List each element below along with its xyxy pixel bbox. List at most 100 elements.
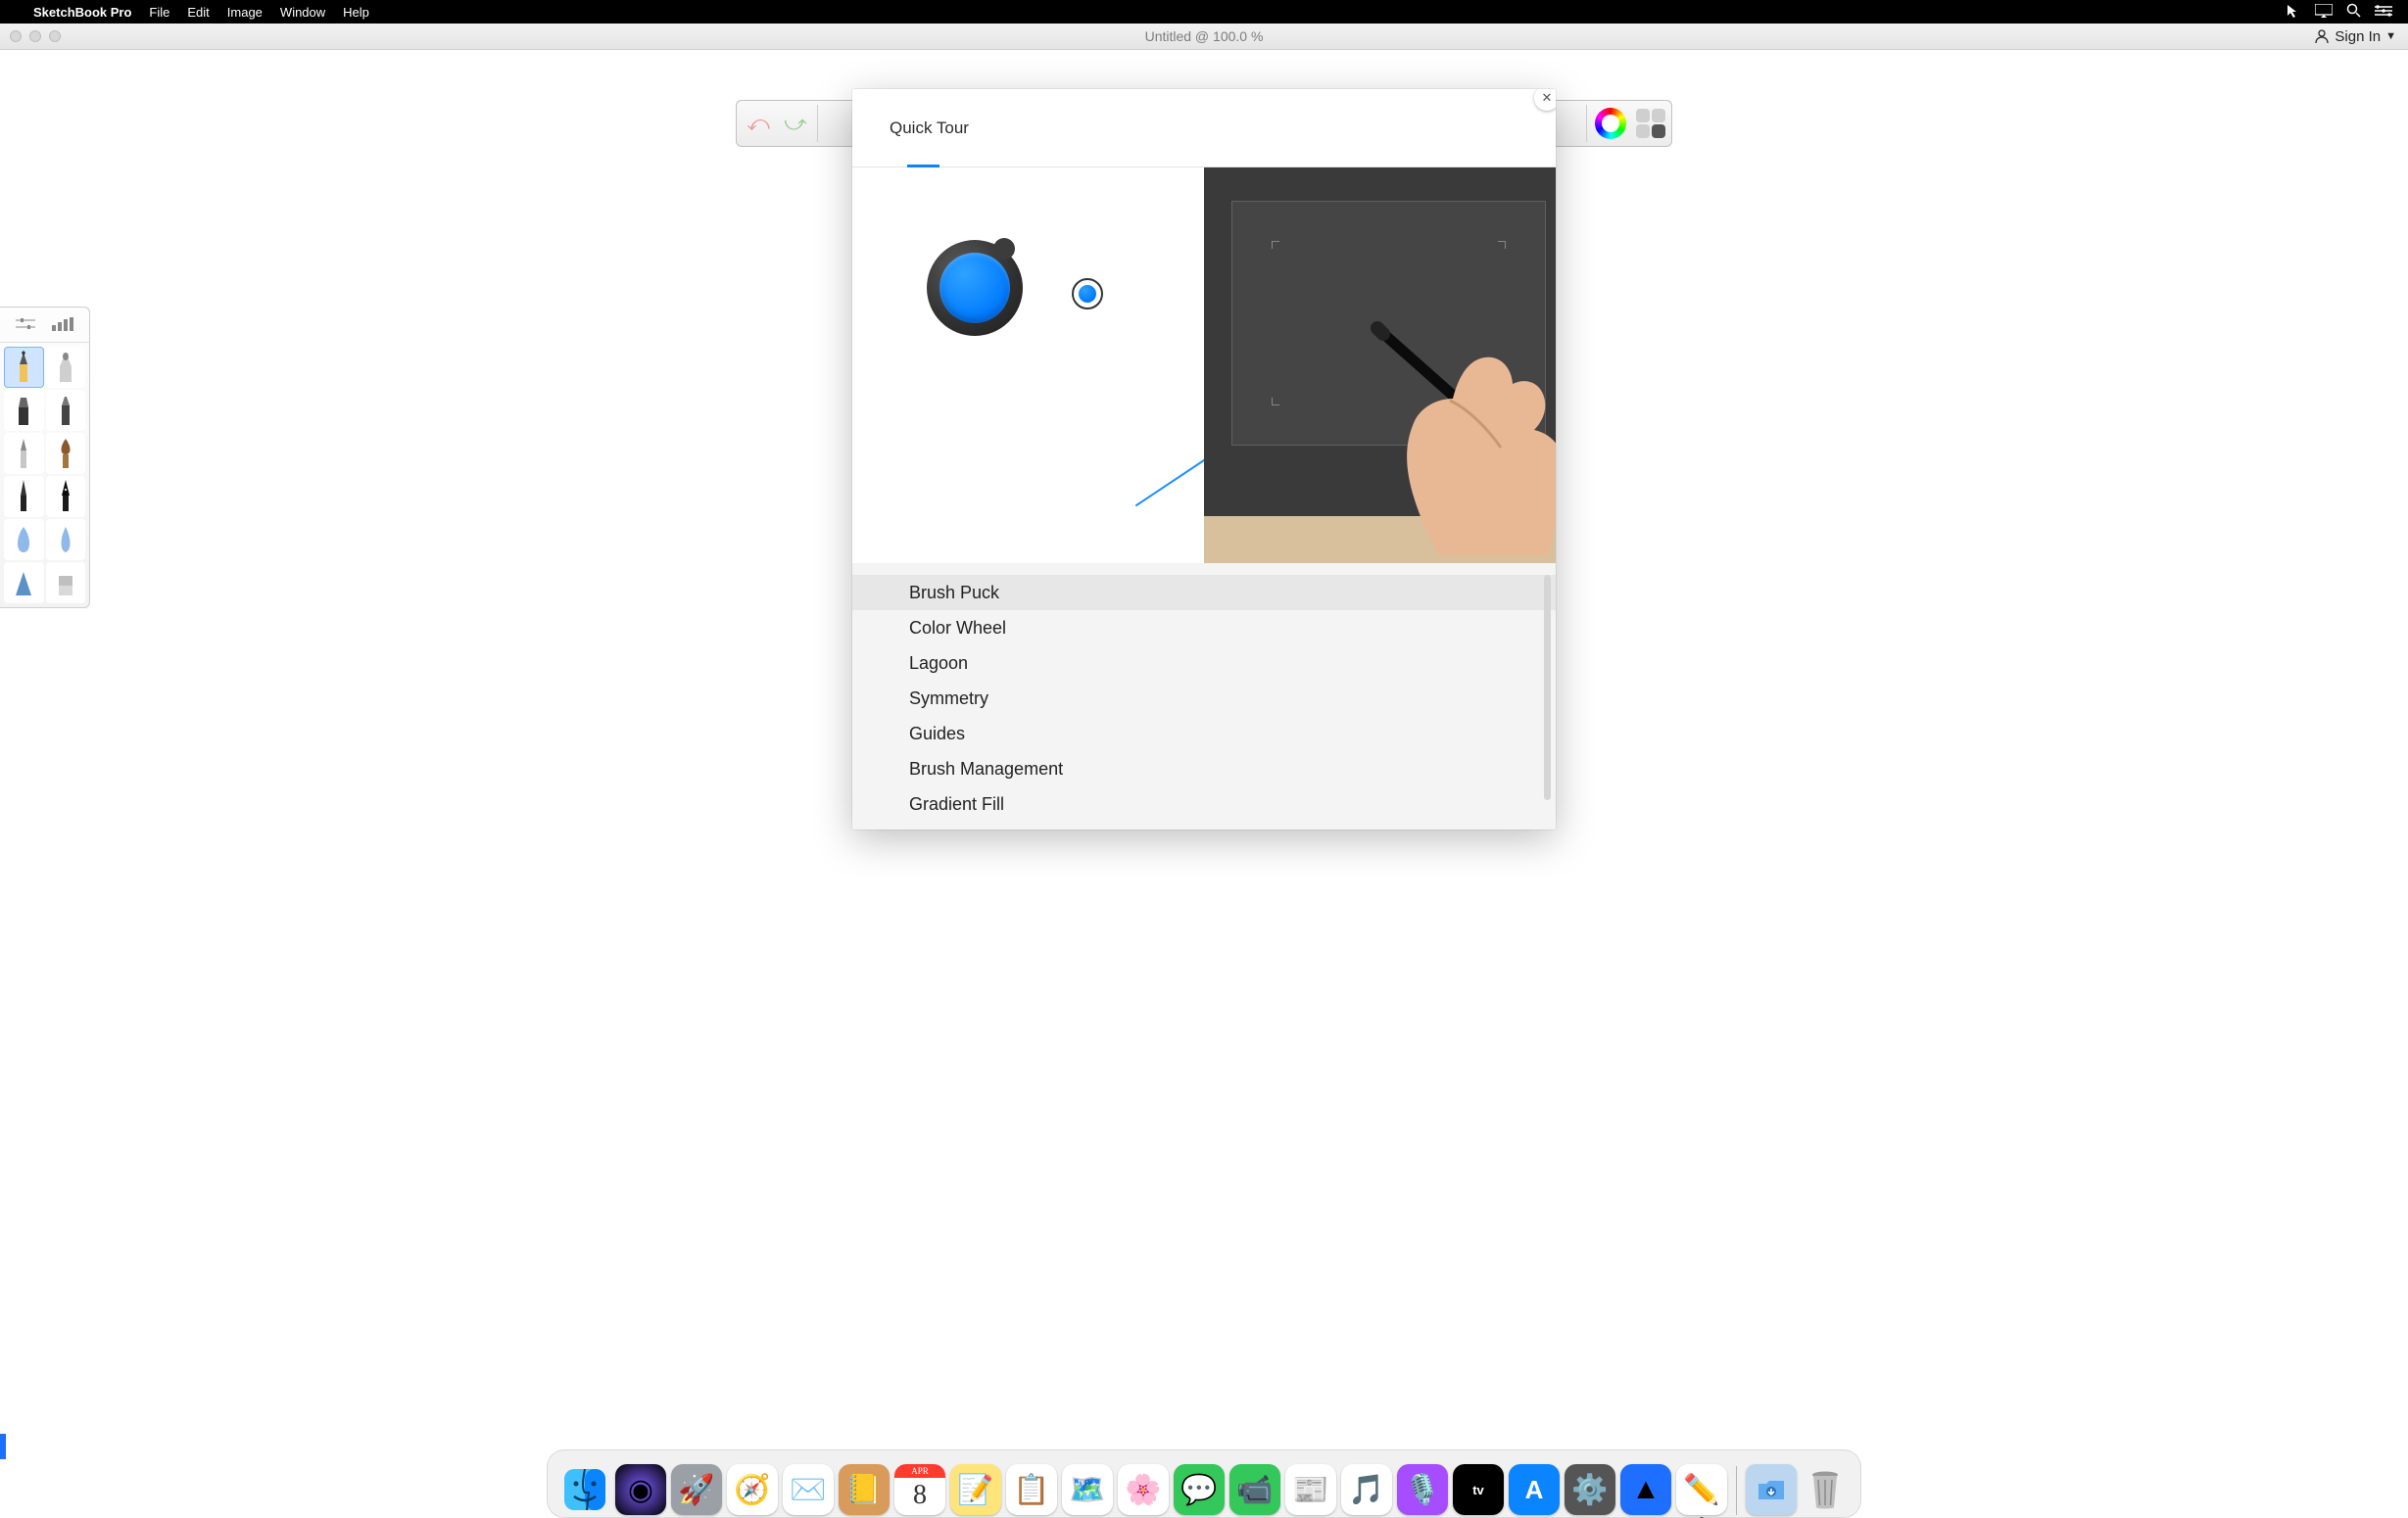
safari-glyph-icon: 🧭 [734,1473,770,1507]
undo-button[interactable]: ⤺ [743,107,774,140]
dock-appletv[interactable]: tv [1453,1464,1504,1515]
dock-appstore[interactable]: A [1509,1464,1560,1515]
brush-fountain-pen[interactable] [46,476,86,517]
brush-pen-fine[interactable] [4,433,44,474]
dock-sketchbook[interactable]: ✏️ [1676,1464,1727,1515]
mail-glyph-icon: ✉️ [790,1473,826,1507]
messages-glyph-icon: 💬 [1180,1473,1217,1507]
dock-mail[interactable]: ✉️ [783,1464,834,1515]
menu-edit[interactable]: Edit [187,5,209,20]
dock-separator [1736,1466,1737,1515]
dock-maps[interactable]: 🗺️ [1062,1464,1113,1515]
brush-marker-chisel[interactable] [4,390,44,431]
quick-tour-item-guides[interactable]: Guides [852,716,1556,751]
dock-facetime[interactable]: 📹 [1229,1464,1280,1515]
quick-tour-item-brush-puck[interactable]: Brush Puck [852,575,1556,610]
menu-window[interactable]: Window [280,5,325,20]
window-zoom-button[interactable] [49,30,61,42]
dock-trash[interactable] [1802,1464,1849,1515]
brush-puck-inner-icon [939,253,1010,323]
grid-cell-icon [1652,124,1665,138]
dock-calendar[interactable]: APR8 [894,1464,945,1515]
view-grid-button[interactable] [1636,109,1665,138]
dock-podcasts[interactable]: 🎙️ [1397,1464,1448,1515]
quick-tour-item-gradient-fill[interactable]: Gradient Fill [852,786,1556,822]
screen-mirroring-icon[interactable] [2315,4,2333,21]
appletv-glyph-icon: tv [1472,1483,1484,1497]
control-center-icon[interactable] [2375,4,2392,20]
menu-file[interactable]: File [149,5,169,20]
scrollbar[interactable] [1544,575,1551,800]
music-glyph-icon: 🎵 [1348,1473,1384,1507]
brush-library-icon[interactable] [52,317,73,334]
brush-pencil[interactable] [4,347,44,388]
dock-preferences[interactable]: ⚙️ [1565,1464,1615,1515]
quick-tour-illustration [852,167,1204,563]
appstore-glyph-icon: A [1525,1475,1544,1505]
contacts-glyph-icon: 📒 [845,1473,882,1507]
downloads-folder-icon [1757,1478,1786,1501]
color-puck-inner-icon [1079,285,1096,303]
quick-tour-list: Brush PuckColor WheelLagoonSymmetryGuide… [852,563,1556,830]
stroke-line-icon [1134,456,1209,507]
dock-news[interactable]: 📰 [1285,1464,1336,1515]
quick-tour-item-brush-management[interactable]: Brush Management [852,751,1556,786]
undo-arrow-icon: ⤺ [746,111,770,136]
quick-tour-item-symmetry[interactable]: Symmetry [852,681,1556,716]
brush-hard-triangle[interactable] [4,562,44,603]
affinity-glyph-icon: ▲ [1631,1473,1661,1506]
quick-tour-item-color-wheel[interactable]: Color Wheel [852,610,1556,645]
brush-flat-brush[interactable] [46,562,86,603]
dock-finder[interactable] [559,1464,610,1515]
reminders-glyph-icon: 📋 [1013,1473,1049,1507]
dock-photos[interactable]: 🌸 [1118,1464,1169,1515]
photos-glyph-icon: 🌸 [1125,1473,1161,1507]
dock-siri[interactable]: ◉ [615,1464,666,1515]
brush-settings-icon[interactable] [16,317,35,334]
sketchbook-glyph-icon: ✏️ [1683,1473,1719,1507]
brush-airbrush[interactable] [46,347,86,388]
color-puck-icon [1072,278,1103,309]
notes-glyph-icon: 📝 [957,1473,993,1507]
news-glyph-icon: 📰 [1292,1473,1328,1507]
brush-marker[interactable] [46,390,86,431]
dock-reminders[interactable]: 📋 [1006,1464,1057,1515]
window-traffic-lights[interactable] [10,30,61,42]
podcasts-glyph-icon: 🎙️ [1404,1473,1440,1507]
quick-tour-video [1204,167,1556,563]
dock-affinity[interactable]: ▲ [1620,1464,1671,1515]
hand-with-stylus [1321,261,1556,555]
menu-help[interactable]: Help [343,5,369,20]
color-wheel-button[interactable] [1595,108,1626,139]
brush-puck-icon [927,240,1023,336]
brush-soft-round[interactable] [4,519,44,560]
brush-ink-pen[interactable] [4,476,44,517]
quick-tour-title: Quick Tour [890,119,969,138]
maps-glyph-icon: 🗺️ [1069,1473,1105,1507]
dock-notes[interactable]: 📝 [950,1464,1001,1515]
dock-music[interactable]: 🎵 [1341,1464,1392,1515]
spotlight-search-icon[interactable] [2346,3,2361,21]
launchpad-glyph-icon: 🚀 [678,1473,714,1507]
sign-in-button[interactable]: Sign In ▼ [2314,24,2396,49]
window-close-button[interactable] [10,30,22,42]
redo-button[interactable]: ⤻ [780,107,811,140]
dock-launchpad[interactable]: 🚀 [671,1464,722,1515]
menu-image[interactable]: Image [227,5,263,20]
window-minimize-button[interactable] [29,30,41,42]
dock-downloads[interactable] [1746,1464,1797,1515]
quick-tour-header: Quick Tour [852,89,1556,167]
cursor-status-icon[interactable] [2286,3,2301,22]
brush-brush-round[interactable] [46,433,86,474]
dock-safari[interactable]: 🧭 [727,1464,778,1515]
quick-tour-item-lagoon[interactable]: Lagoon [852,645,1556,681]
dock-messages[interactable]: 💬 [1174,1464,1225,1515]
dock-contacts[interactable]: 📒 [839,1464,890,1515]
facetime-glyph-icon: 📹 [1236,1473,1273,1507]
grid-cell-icon [1636,124,1650,138]
brush-palette [0,307,90,608]
siri-glyph-icon: ◉ [628,1473,653,1507]
grid-cell-icon [1652,109,1665,122]
app-name[interactable]: SketchBook Pro [33,5,131,20]
brush-water-drop[interactable] [46,519,86,560]
